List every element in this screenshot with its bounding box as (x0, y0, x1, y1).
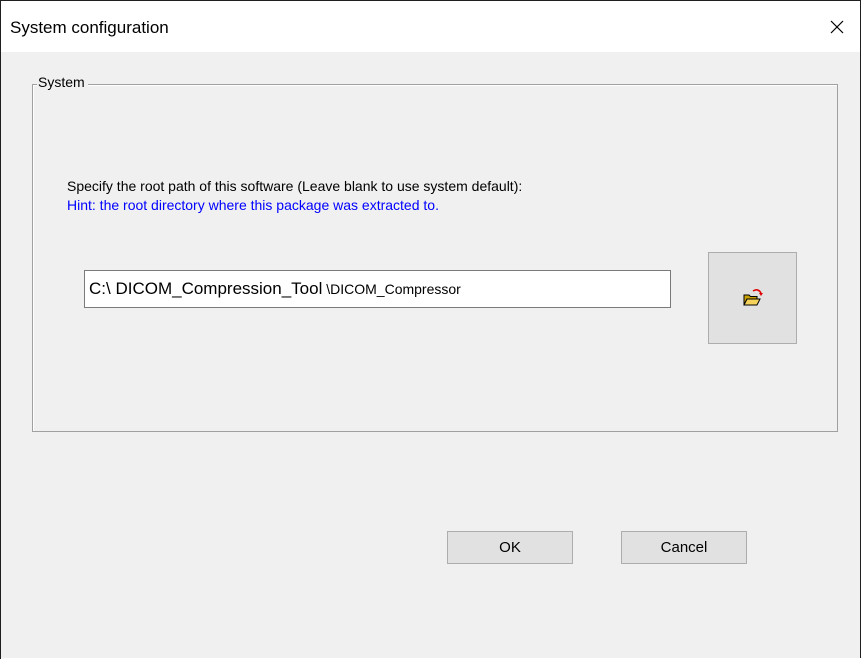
path-prefix: C:\ (89, 279, 116, 298)
close-icon (830, 20, 844, 33)
root-path-description: Specify the root path of this software (… (67, 178, 523, 194)
open-folder-icon (742, 289, 763, 306)
path-suffix: \DICOM_Compressor (322, 281, 461, 297)
system-group-label: System (37, 73, 88, 91)
close-button[interactable] (814, 1, 860, 52)
system-configuration-dialog: System configuration System Specify the … (0, 0, 861, 660)
window-title: System configuration (10, 18, 169, 37)
path-middle: DICOM_Compression_Tool (115, 279, 323, 298)
ok-button[interactable]: OK (447, 531, 573, 564)
root-path-hint: Hint: the root directory where this pack… (67, 197, 439, 213)
browse-folder-button[interactable] (708, 252, 797, 344)
cancel-button[interactable]: Cancel (621, 531, 747, 564)
title-bar: System configuration (1, 1, 860, 52)
root-path-input[interactable]: C:\ DICOM_Compression_Tool \DICOM_Compre… (84, 270, 671, 308)
